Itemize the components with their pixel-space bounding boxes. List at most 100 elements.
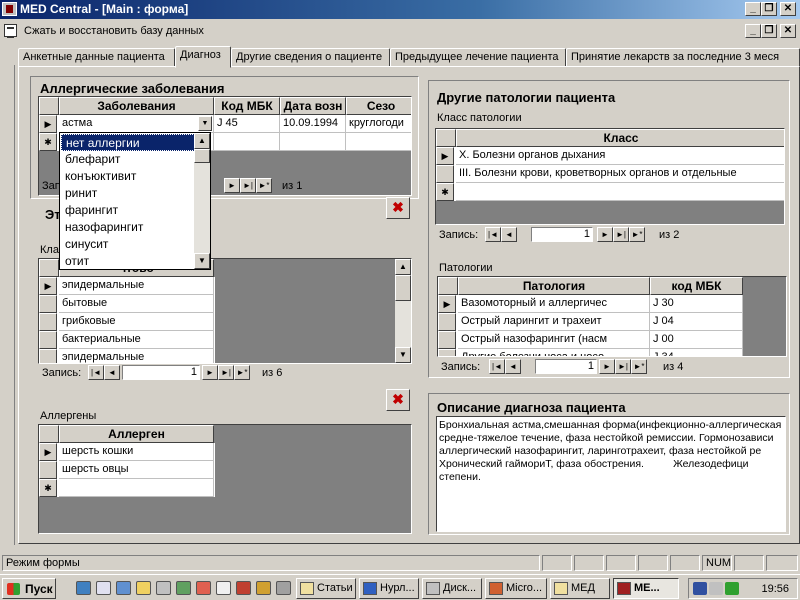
diagnosis-textarea[interactable]: Бронхиальная астма,смешанная форма(инфек… (436, 416, 786, 532)
new-row[interactable]: ✱ (436, 183, 784, 201)
minimize-button[interactable]: _ (745, 2, 761, 16)
doc-restore-button[interactable]: ❐ (761, 24, 777, 38)
row-current-marker[interactable]: ▶ (436, 147, 454, 165)
table-row[interactable]: грибковые (39, 313, 215, 331)
drive-icon[interactable] (156, 581, 171, 595)
nav-next-button[interactable]: ► (202, 365, 218, 380)
code-cell[interactable]: J 45 (214, 115, 280, 133)
restore-button[interactable]: ❐ (761, 2, 777, 16)
tool-icon[interactable] (256, 581, 271, 595)
nav-prev-button[interactable]: ◄ (505, 359, 521, 374)
etiology-cell[interactable]: бактериальные (59, 331, 214, 349)
start-button[interactable]: Пуск (2, 578, 56, 599)
nav-prev-button[interactable]: ◄ (104, 365, 120, 380)
nav-prev-button[interactable]: ◄ (501, 227, 517, 242)
nav-first-button[interactable]: |◄ (88, 365, 104, 380)
table-row[interactable]: ▶ шерсть кошки (39, 443, 215, 461)
taskbar-button-med-folder[interactable]: МЕД (550, 578, 610, 599)
disease-dropdown-list[interactable]: нет аллергии блефарит конъюктивит ринит … (59, 132, 211, 270)
folder-icon[interactable] (136, 581, 151, 595)
table-row[interactable]: Другие болезни носа и носо J 34 (438, 349, 743, 356)
tab-diagnosis[interactable]: Диагноз (175, 46, 231, 68)
nav-last-button[interactable]: ►| (613, 227, 629, 242)
table-row[interactable]: бытовые (39, 295, 215, 313)
keyboard-icon[interactable] (693, 582, 707, 595)
dropdown-option[interactable]: блефарит (61, 151, 195, 168)
table-row[interactable]: Острый ларингит и трахеит J 04 (438, 313, 743, 331)
row-current-marker[interactable]: ▶ (39, 443, 57, 461)
dropdown-scrollbar[interactable]: ▲ ▼ (194, 133, 210, 269)
table-row[interactable]: ▶ астма ▼ J 45 10.09.1994 круглогоди (39, 115, 411, 133)
pathology-cell[interactable]: Вазомоторный и аллергичес (458, 295, 650, 313)
allergen-cell[interactable]: шерсть овцы (59, 461, 214, 479)
col-allergen[interactable]: Аллерген (59, 425, 214, 443)
outlook-icon[interactable] (96, 581, 111, 595)
nav-new-button[interactable]: ►* (629, 227, 645, 242)
scroll-thumb[interactable] (194, 149, 210, 163)
col-code[interactable]: Код МБК (214, 97, 280, 115)
scroll-up-button[interactable]: ▲ (395, 259, 411, 275)
taskbar-button-word[interactable]: Нурл... (359, 578, 419, 599)
taskbar-button-med-app[interactable]: МЕ... (613, 578, 679, 599)
disease-combo[interactable]: астма ▼ (59, 115, 214, 133)
table-row[interactable]: ▶ Вазомоторный и аллергичес J 30 (438, 295, 743, 313)
nav-new-button[interactable]: ►* (256, 178, 272, 193)
nav-first-button[interactable]: |◄ (489, 359, 505, 374)
col-season[interactable]: Сезо (346, 97, 411, 115)
tab-previous-treatment[interactable]: Предыдущее лечение пациента (390, 48, 566, 67)
ie-icon[interactable] (76, 581, 91, 595)
col-date[interactable]: Дата возн (280, 97, 346, 115)
record-number-input[interactable]: 1 (535, 359, 597, 374)
pathology-code-cell[interactable]: J 30 (650, 295, 743, 313)
pathology-cell[interactable]: Острый назофарингит (насм (458, 331, 650, 349)
delete-button[interactable]: ✖ (386, 197, 410, 219)
etiology-cell[interactable]: эпидермальные (59, 349, 214, 363)
nav-next-button[interactable]: ► (224, 178, 240, 193)
nav-next-button[interactable]: ► (597, 227, 613, 242)
record-number-input[interactable]: 1 (531, 227, 593, 242)
table-row[interactable]: шерсть овцы (39, 461, 215, 479)
col-class[interactable]: Класс (456, 129, 784, 147)
record-number-input[interactable]: 1 (122, 365, 200, 380)
new-row-marker[interactable]: ✱ (436, 183, 454, 201)
taskbar-button-articles[interactable]: Статьи (296, 578, 356, 599)
dropdown-option[interactable]: конъюктивит (61, 168, 195, 185)
scroll-down-button[interactable]: ▼ (194, 253, 210, 269)
new-row-marker[interactable]: ✱ (39, 479, 57, 497)
date-cell[interactable]: 10.09.1994 (280, 115, 346, 133)
row-current-marker[interactable]: ▶ (39, 277, 57, 295)
network-icon[interactable] (176, 581, 191, 595)
dropdown-option[interactable]: фарингит (61, 202, 195, 219)
app-icon[interactable] (236, 581, 251, 595)
scroll-down-button[interactable]: ▼ (395, 347, 411, 363)
pathology-code-cell[interactable]: J 04 (650, 313, 743, 331)
doc-minimize-button[interactable]: _ (745, 24, 761, 38)
scroll-up-button[interactable]: ▲ (194, 133, 210, 149)
dropdown-option[interactable]: назофарингит (61, 219, 195, 236)
combo-arrow-icon[interactable]: ▼ (198, 116, 212, 131)
etiology-scrollbar[interactable]: ▲ ▼ (395, 259, 411, 363)
nav-last-button[interactable]: ►| (218, 365, 234, 380)
dropdown-option[interactable]: синусит (61, 236, 195, 253)
row-current-marker[interactable]: ▶ (438, 295, 456, 313)
etiology-cell[interactable]: грибковые (59, 313, 214, 331)
table-row[interactable]: эпидермальные (39, 349, 215, 363)
tab-medication[interactable]: Принятие лекарств за последние 3 меся (566, 48, 800, 67)
delete-button[interactable]: ✖ (386, 389, 410, 411)
allergen-cell[interactable]: шерсть кошки (59, 443, 214, 461)
new-row-marker[interactable]: ✱ (39, 133, 57, 151)
mail-icon[interactable] (196, 581, 211, 595)
new-row[interactable]: ✱ (39, 479, 215, 497)
scroll-thumb[interactable] (395, 275, 411, 301)
dropdown-option[interactable]: ринит (61, 185, 195, 202)
app-icon[interactable] (2, 2, 17, 16)
pathology-code-cell[interactable]: J 34 (650, 349, 743, 356)
dropdown-option[interactable]: нет аллергии (61, 134, 195, 151)
table-row[interactable]: бактериальные (39, 331, 215, 349)
class-cell[interactable]: X. Болезни органов дыхания (456, 147, 784, 165)
volume-icon[interactable] (709, 582, 723, 595)
doc-close-button[interactable]: ✕ (780, 24, 796, 38)
class-cell[interactable]: III. Болезни крови, кроветворных органов… (456, 165, 784, 183)
row-current-marker[interactable]: ▶ (39, 115, 57, 133)
desktop-icon[interactable] (116, 581, 131, 595)
